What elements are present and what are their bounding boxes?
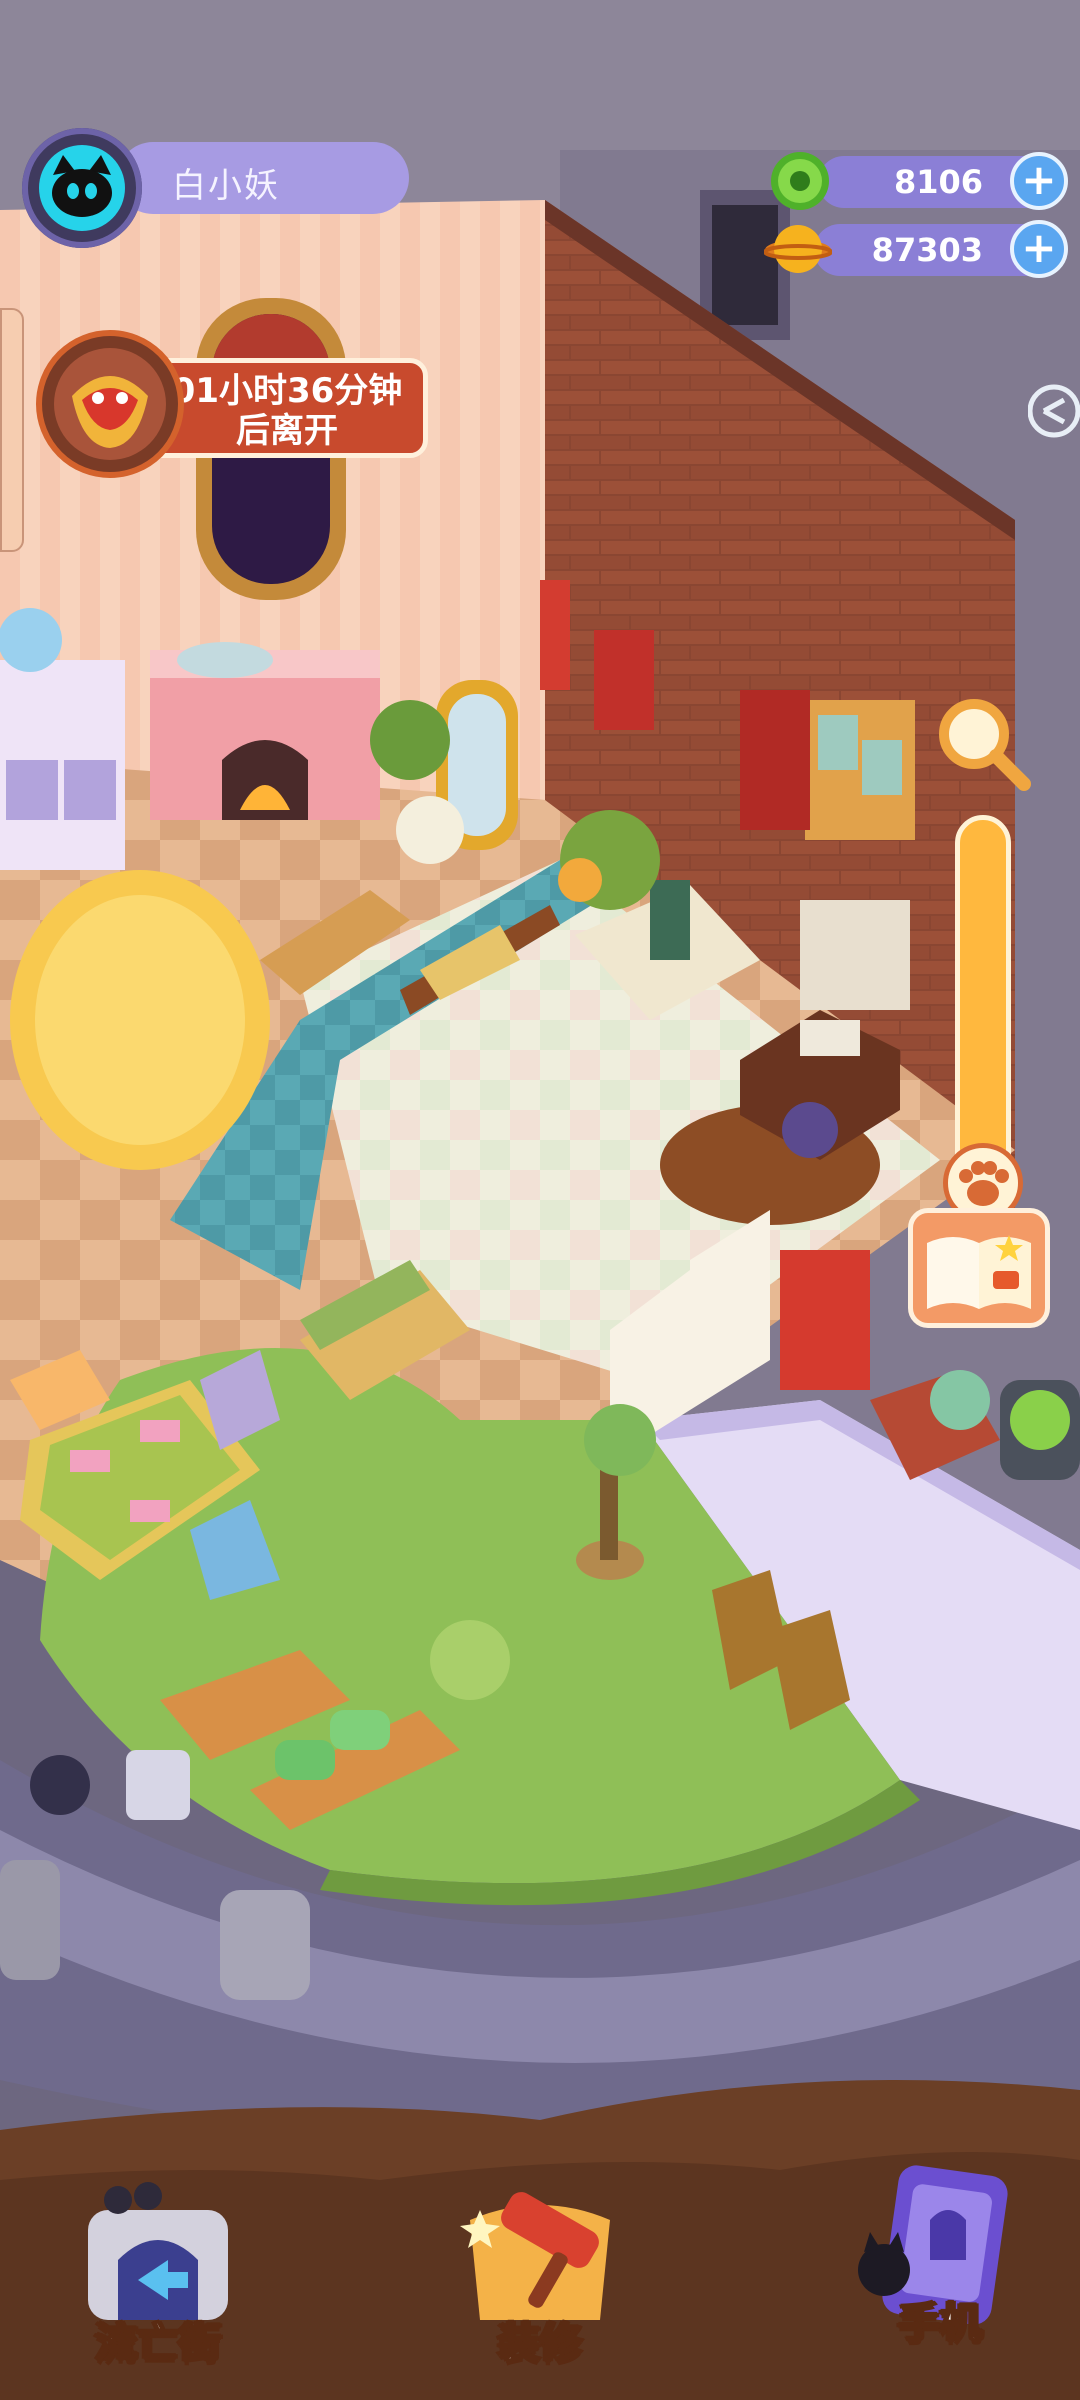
planet-coin-icon (763, 218, 833, 280)
player-profile[interactable]: 白小妖 (22, 128, 409, 248)
lion-dance-portrait-icon (36, 330, 184, 478)
nav-decorate-label: 装修 (497, 2317, 583, 2368)
catalog-book-icon[interactable] (908, 1208, 1050, 1328)
currency-green: 8106 + (768, 150, 1068, 210)
share-icon[interactable] (1027, 376, 1080, 446)
cyan-cat-avatar-icon (39, 145, 125, 231)
visitor-timer[interactable]: 01小时36分钟 后离开 (36, 330, 428, 480)
nav-street-label: 流亡街 (94, 2317, 222, 2368)
nav-street-button[interactable]: 流亡街 (58, 2170, 258, 2370)
player-avatar[interactable] (22, 128, 142, 248)
currency-gold-value: 87303 (871, 231, 983, 269)
visitor-timer-text: 01小时36分钟 后离开 (171, 371, 403, 451)
green-coin-icon (768, 150, 832, 212)
nav-phone-button[interactable]: 手机 (840, 2150, 1040, 2350)
zoom-slider[interactable] (955, 815, 1011, 1195)
side-drawer-tab[interactable] (0, 308, 24, 552)
nav-decorate-button[interactable]: 装修 (440, 2170, 640, 2370)
player-name: 白小妖 (172, 166, 280, 206)
add-green-currency-button[interactable]: + (1010, 152, 1068, 210)
add-gold-currency-button[interactable]: + (1010, 220, 1068, 278)
currency-green-value: 8106 (893, 163, 983, 201)
currency-gold: 87303 + (763, 218, 1068, 280)
nav-phone-label: 手机 (897, 2297, 983, 2348)
magnifier-icon[interactable] (932, 692, 1032, 792)
